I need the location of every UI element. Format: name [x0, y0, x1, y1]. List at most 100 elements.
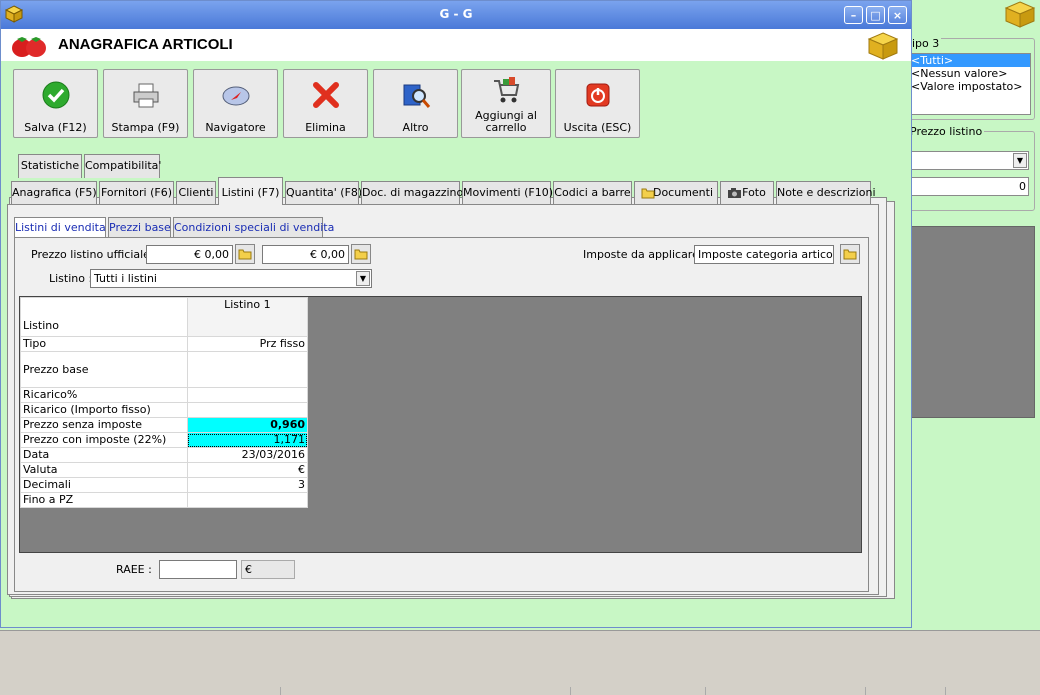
prezzo-listino-input[interactable]: 0: [908, 177, 1029, 196]
exit-button-label: Uscita (ESC): [563, 121, 632, 134]
cube-icon: [1004, 1, 1036, 28]
grid-header-listino: Listino: [20, 297, 188, 337]
prezzo-listino-input-2[interactable]: € 0,00: [262, 245, 349, 264]
maximize-button[interactable]: □: [866, 6, 885, 24]
grid-row-label: Prezzo senza imposte: [20, 417, 188, 433]
table-row[interactable]: Decimali 3: [20, 477, 309, 493]
page-title: ANAGRAFICA ARTICOLI: [58, 36, 233, 53]
tipo-item-valore-impostato[interactable]: <Valore impostato>: [909, 80, 1030, 93]
delete-button[interactable]: Elimina: [283, 69, 368, 138]
folder-icon: [843, 249, 857, 260]
main-window: G - G – □ × ANAGRAFICA ARTICOLI Salva (F…: [0, 0, 912, 628]
tab-foto[interactable]: Foto: [720, 181, 774, 204]
prezzo-listino-input-1[interactable]: € 0,00: [146, 245, 233, 264]
tab-quantita[interactable]: Quantita' (F8): [285, 181, 362, 204]
header-row: ANAGRAFICA ARTICOLI: [1, 29, 911, 61]
table-row[interactable]: Valuta €: [20, 462, 309, 478]
prezzo-listino-combo[interactable]: ▼: [908, 151, 1029, 170]
raee-input[interactable]: [159, 560, 237, 579]
delete-x-icon: [312, 82, 339, 108]
tab-statistiche[interactable]: Statistiche: [18, 154, 82, 178]
subtab-condizioni-speciali[interactable]: Condizioni speciali di vendita: [173, 217, 334, 237]
tab-fornitori[interactable]: Fornitori (F6): [99, 181, 174, 204]
prezzo-listino-title: Prezzo listino: [908, 125, 985, 138]
cart-icon: [494, 77, 520, 103]
title-bar[interactable]: G - G – □ ×: [1, 1, 911, 29]
print-button[interactable]: Stampa (F9): [103, 69, 188, 138]
imposte-folder-button[interactable]: [840, 244, 860, 264]
tipo-group-title: ipo 3: [910, 37, 942, 50]
grid-cell[interactable]: 3: [186, 477, 309, 493]
tab-codici-barre[interactable]: Codici a barre: [553, 181, 632, 204]
table-row[interactable]: Prezzo senza imposte 0,960: [20, 417, 309, 433]
grid-cell-highlight[interactable]: 0,960: [186, 417, 309, 433]
tipo-item-nessun-valore[interactable]: <Nessun valore>: [909, 67, 1030, 80]
grid-cell[interactable]: [186, 492, 309, 508]
tipo-listbox[interactable]: <Tutti> <Nessun valore> <Valore impostat…: [908, 53, 1031, 115]
grid-cell[interactable]: [186, 351, 309, 388]
grid-row-label: Valuta: [20, 462, 188, 478]
exit-button[interactable]: Uscita (ESC): [555, 69, 640, 138]
tab-foto-label: Foto: [742, 186, 766, 199]
tab-clienti[interactable]: Clienti: [176, 181, 216, 204]
more-button[interactable]: Altro: [373, 69, 458, 138]
navigator-button[interactable]: Navigatore: [193, 69, 278, 138]
table-row[interactable]: Prezzo base: [20, 351, 309, 388]
table-row[interactable]: Fino a PZ: [20, 492, 309, 508]
navigator-button-label: Navigatore: [205, 121, 266, 134]
close-button[interactable]: ×: [888, 6, 907, 24]
add-to-cart-button[interactable]: Aggiungi al carrello: [461, 69, 551, 138]
listino-select[interactable]: Tutti i listini ▼: [90, 269, 372, 288]
folder-icon: [238, 249, 252, 260]
grid-cell[interactable]: €: [186, 462, 309, 478]
table-row[interactable]: Ricarico%: [20, 387, 309, 403]
grid-row-label: Ricarico%: [20, 387, 188, 403]
grid-cell-highlight[interactable]: 1,171: [186, 432, 309, 448]
chevron-down-icon[interactable]: ▼: [1013, 153, 1027, 168]
strawberry-icon: [12, 37, 46, 57]
table-row[interactable]: Ricarico (Importo fisso): [20, 402, 309, 418]
subtab-listini-vendita[interactable]: Listini di vendita: [14, 217, 106, 238]
grid-cell[interactable]: Prz fisso: [186, 336, 309, 352]
cube-icon: [867, 32, 899, 60]
save-button[interactable]: Salva (F12): [13, 69, 98, 138]
subtab-prezzi-base[interactable]: Prezzi base: [108, 217, 171, 237]
listino-select-value: Tutti i listini: [94, 272, 157, 285]
listino-label: Listino :: [49, 272, 93, 285]
grid-cell[interactable]: [186, 402, 309, 418]
search-book-icon: [403, 84, 430, 108]
raee-label: RAEE :: [116, 563, 152, 576]
folder-icon: [641, 188, 655, 199]
grid-cell[interactable]: 23/03/2016: [186, 447, 309, 463]
tab-movimenti[interactable]: Movimenti (F10): [462, 181, 553, 204]
raee-currency: €: [241, 560, 295, 579]
power-icon: [586, 83, 609, 107]
table-row[interactable]: Prezzo con imposte (22%) 1,171: [20, 432, 309, 448]
table-row[interactable]: Data 23/03/2016: [20, 447, 309, 463]
prezzo-listino-group: [903, 131, 1035, 211]
imposte-input[interactable]: Imposte categoria articolo: [694, 245, 834, 264]
tipo-item-tutti[interactable]: <Tutti>: [909, 54, 1030, 67]
tab-anagrafica[interactable]: Anagrafica (F5): [11, 181, 97, 204]
grid-header-listino-1[interactable]: Listino 1: [186, 297, 309, 337]
taskbar-strip: [0, 630, 1040, 695]
table-row[interactable]: Tipo Prz fisso: [20, 336, 309, 352]
grid-row-label: Ricarico (Importo fisso): [20, 402, 188, 418]
grid-row-label: Tipo: [20, 336, 188, 352]
tab-documenti-label: Documenti: [652, 186, 714, 199]
tab-note-descrizioni[interactable]: Note e descrizioni: [776, 181, 876, 204]
background-grid-area: [903, 226, 1035, 418]
tab-compatibilita[interactable]: Compatibilita': [84, 154, 161, 178]
window-title: G - G: [439, 7, 473, 21]
minimize-button[interactable]: –: [844, 6, 863, 24]
tab-doc-magazzino[interactable]: Doc. di magazzino: [361, 181, 463, 204]
grid-cell[interactable]: [186, 387, 309, 403]
prezzo-folder-button-2[interactable]: [351, 244, 371, 264]
imposte-label: Imposte da applicare :: [583, 248, 707, 261]
prezzo-listino-label: Prezzo listino ufficiale :: [31, 248, 158, 261]
chevron-down-icon[interactable]: ▼: [356, 271, 370, 286]
tab-listini[interactable]: Listini (F7): [218, 177, 283, 205]
tab-documenti[interactable]: Documenti: [634, 181, 718, 204]
delete-button-label: Elimina: [305, 121, 346, 134]
prezzo-folder-button-1[interactable]: [235, 244, 255, 264]
